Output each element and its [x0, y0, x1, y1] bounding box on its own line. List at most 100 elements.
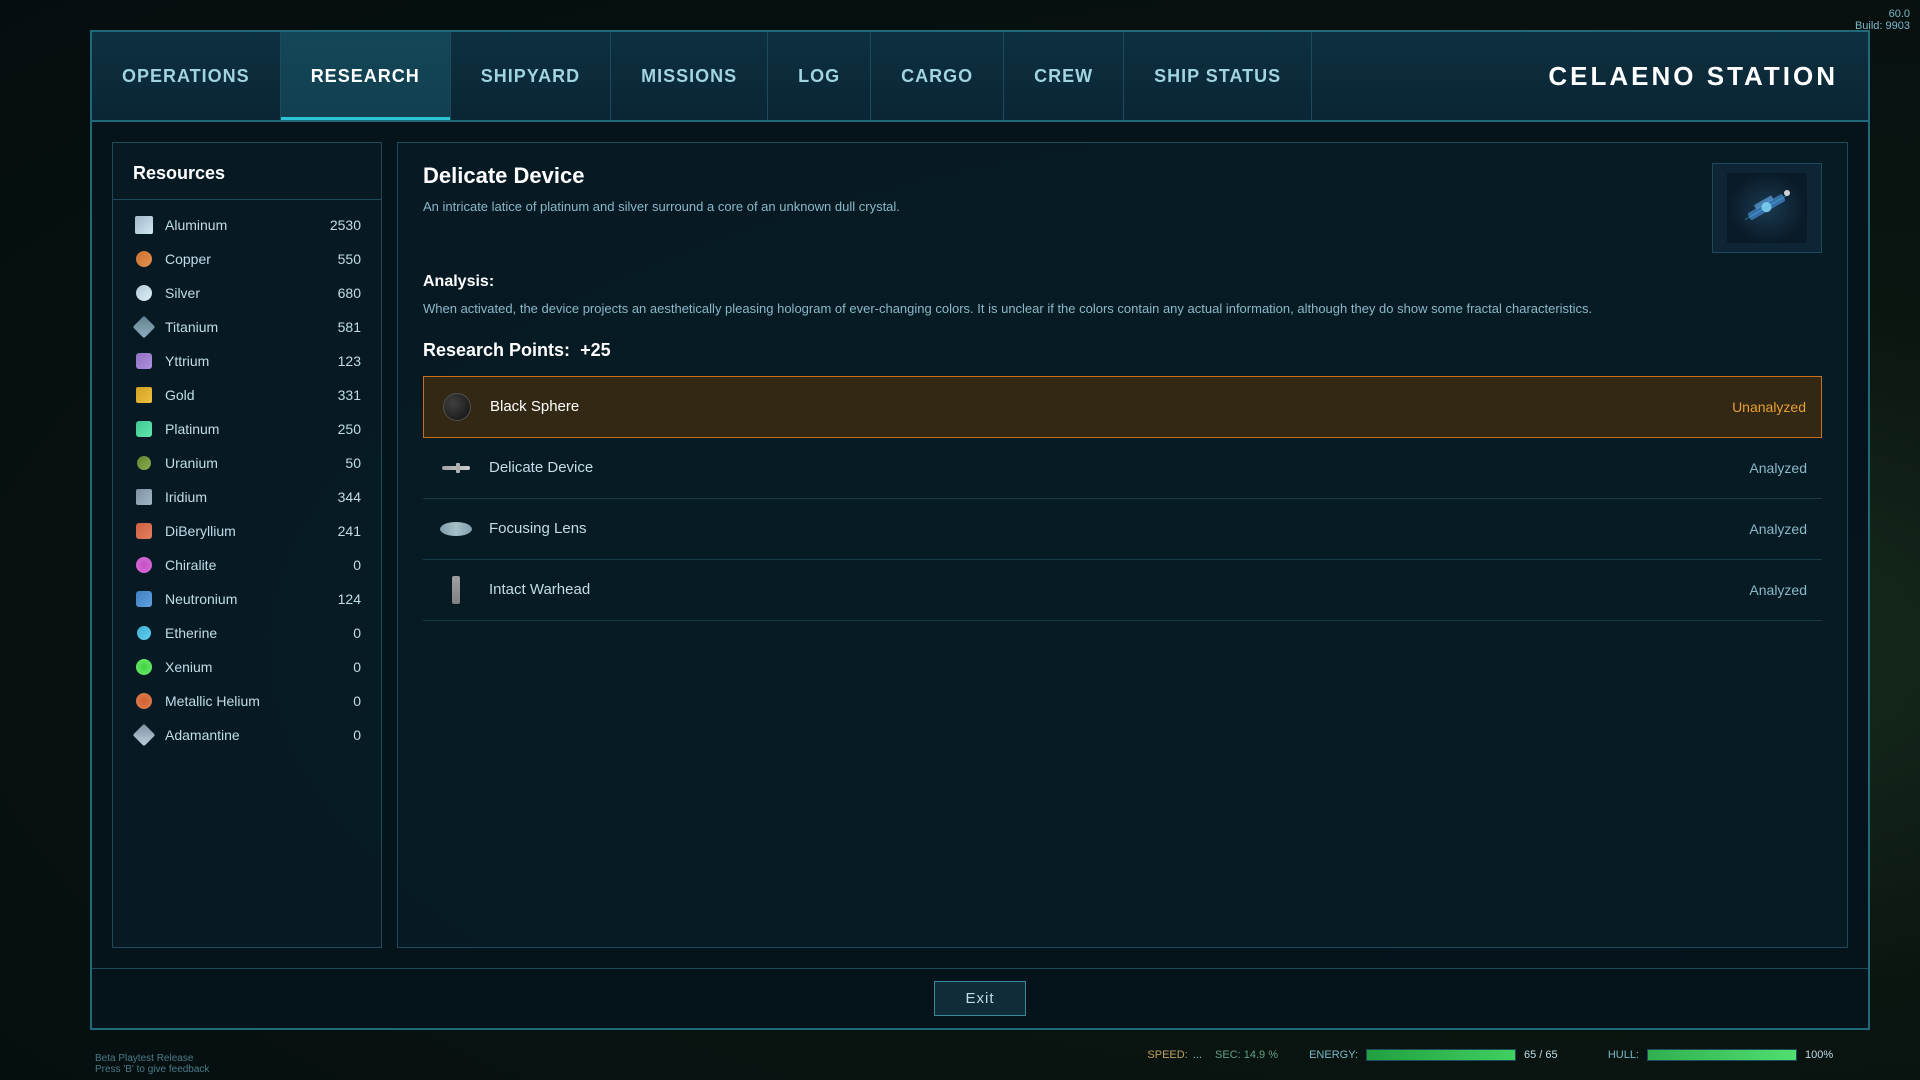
adamantine-icon [133, 724, 155, 746]
resource-name-etherine: Etherine [165, 625, 311, 641]
list-item: Neutronium 124 [113, 582, 381, 616]
item-status-focusing-lens: Analyzed [1749, 521, 1807, 537]
beta-line1: Beta Playtest Release [95, 1053, 209, 1064]
tab-crew[interactable]: Crew [1004, 32, 1124, 120]
resource-name-titanium: Titanium [165, 319, 311, 335]
resource-name-silver: Silver [165, 285, 311, 301]
tab-research[interactable]: Research [281, 32, 451, 120]
list-item-focusing-lens[interactable]: Focusing Lens Analyzed [423, 499, 1822, 560]
item-name-delicate-device: Delicate Device [489, 459, 1734, 476]
tab-ship-status[interactable]: Ship Status [1124, 32, 1312, 120]
resource-name-xenium: Xenium [165, 659, 311, 675]
list-item: Gold 331 [113, 378, 381, 412]
status-bar-container: SPEED:... SEC: 14.9 % ENERGY: 65 / 65 HU… [90, 1030, 1870, 1080]
tab-missions[interactable]: Missions [611, 32, 768, 120]
exit-button[interactable]: Exit [934, 981, 1025, 1016]
energy-value: 65 / 65 [1524, 1049, 1569, 1061]
resource-amount-aluminum: 2530 [321, 217, 361, 233]
resource-name-neutronium: Neutronium [165, 591, 311, 607]
item-status-intact-warhead: Analyzed [1749, 582, 1807, 598]
station-title: CELAENO STATION [1548, 32, 1868, 120]
item-status-delicate-device: Analyzed [1749, 460, 1807, 476]
research-points: Research Points: +25 [423, 340, 1822, 361]
hull-value: 100% [1805, 1049, 1850, 1061]
item-preview-svg [1727, 173, 1807, 243]
resource-name-chiralite: Chiralite [165, 557, 311, 573]
main-container: Operations Research Shipyard Missions Lo… [90, 30, 1870, 1030]
silver-icon [133, 282, 155, 304]
list-item: DiBeryllium 241 [113, 514, 381, 548]
fps-display: 60.0 [1855, 8, 1910, 20]
copper-icon [133, 248, 155, 270]
list-item-intact-warhead[interactable]: Intact Warhead Analyzed [423, 560, 1822, 621]
beta-info: Beta Playtest Release Press 'B' to give … [95, 1053, 209, 1075]
tab-operations[interactable]: Operations [92, 32, 281, 120]
resource-amount-etherine: 0 [321, 625, 361, 641]
resource-amount-silver: 680 [321, 285, 361, 301]
chiralite-icon [133, 554, 155, 576]
hull-bar-fill [1648, 1050, 1796, 1060]
etherine-icon [133, 622, 155, 644]
platinum-icon [133, 418, 155, 440]
item-name-intact-warhead: Intact Warhead [489, 581, 1734, 598]
tab-shipyard[interactable]: Shipyard [451, 32, 611, 120]
list-item-black-sphere[interactable]: Black Sphere Unanalyzed [423, 376, 1822, 438]
item-header: Delicate Device An intricate latice of p… [423, 163, 1822, 253]
item-title-section: Delicate Device An intricate latice of p… [423, 163, 1692, 217]
bottom-bar: Exit [92, 968, 1868, 1028]
energy-bar-fill [1367, 1050, 1515, 1060]
resource-name-aluminum: Aluminum [165, 217, 311, 233]
analysis-section: Analysis: When activated, the device pro… [423, 273, 1822, 320]
list-item: Iridium 344 [113, 480, 381, 514]
resource-amount-metallic-helium: 0 [321, 693, 361, 709]
detail-panel: Delicate Device An intricate latice of p… [397, 142, 1848, 948]
uranium-icon [133, 452, 155, 474]
resource-amount-gold: 331 [321, 387, 361, 403]
resource-name-copper: Copper [165, 251, 311, 267]
resource-name-yttrium: Yttrium [165, 353, 311, 369]
item-name-black-sphere: Black Sphere [490, 398, 1717, 415]
list-item-delicate-device[interactable]: Delicate Device Analyzed [423, 438, 1822, 499]
resource-amount-chiralite: 0 [321, 557, 361, 573]
focusing-lens-icon [438, 511, 474, 547]
nav-bar: Operations Research Shipyard Missions Lo… [92, 32, 1868, 122]
list-item: Platinum 250 [113, 412, 381, 446]
list-item: Copper 550 [113, 242, 381, 276]
resource-name-platinum: Platinum [165, 421, 311, 437]
diberyllium-icon [133, 520, 155, 542]
build-display: Build: 9903 [1855, 20, 1910, 32]
list-item: Metallic Helium 0 [113, 684, 381, 718]
items-list: Black Sphere Unanalyzed Delicate Device … [423, 376, 1822, 927]
list-item: Titanium 581 [113, 310, 381, 344]
xenium-icon [133, 656, 155, 678]
hull-status: HULL: 100% [1584, 1049, 1850, 1061]
list-item: Uranium 50 [113, 446, 381, 480]
resource-name-uranium: Uranium [165, 455, 311, 471]
metallic-helium-icon [133, 690, 155, 712]
list-item: Etherine 0 [113, 616, 381, 650]
analysis-text: When activated, the device projects an a… [423, 299, 1822, 320]
delicate-device-icon [438, 450, 474, 486]
resource-amount-neutronium: 124 [321, 591, 361, 607]
list-item: Adamantine 0 [113, 718, 381, 752]
item-title: Delicate Device [423, 163, 1692, 189]
list-item: Silver 680 [113, 276, 381, 310]
resource-name-iridium: Iridium [165, 489, 311, 505]
iridium-icon [133, 486, 155, 508]
resource-name-adamantine: Adamantine [165, 727, 311, 743]
analysis-title: Analysis: [423, 273, 1822, 291]
list-item: Aluminum 2530 [113, 208, 381, 242]
resources-panel: Resources Aluminum 2530 Copper 550 Silve… [112, 142, 382, 948]
hull-label: HULL: [1584, 1049, 1639, 1061]
resource-amount-uranium: 50 [321, 455, 361, 471]
resource-name-metallic-helium: Metallic Helium [165, 693, 311, 709]
item-image [1712, 163, 1822, 253]
energy-status: ENERGY: 65 / 65 [1303, 1049, 1569, 1061]
ship-stats-text: SPEED:... SEC: 14.9 % [1147, 1049, 1288, 1061]
resource-amount-diberyllium: 241 [321, 523, 361, 539]
black-sphere-icon [439, 389, 475, 425]
tab-log[interactable]: Log [768, 32, 871, 120]
corner-info: 60.0 Build: 9903 [1855, 8, 1910, 32]
tab-cargo[interactable]: Cargo [871, 32, 1004, 120]
resource-amount-platinum: 250 [321, 421, 361, 437]
